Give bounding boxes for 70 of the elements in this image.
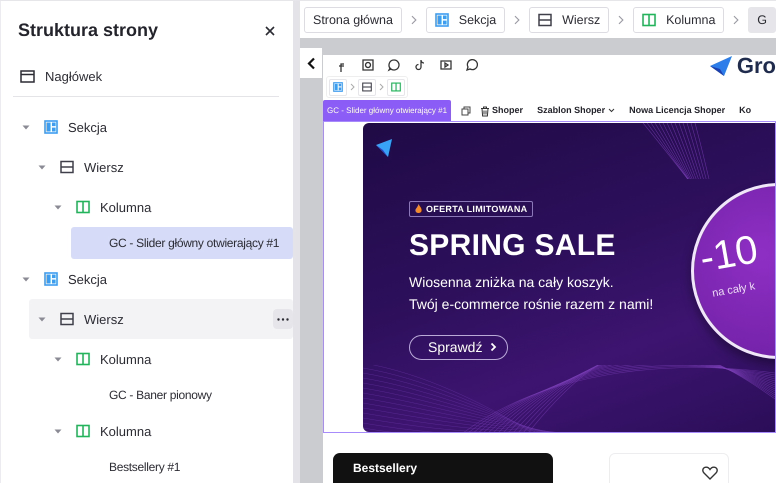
duplicate-icon[interactable] xyxy=(461,106,472,116)
section-icon xyxy=(44,272,58,286)
breadcrumb-item[interactable]: Wiersz xyxy=(529,6,610,32)
chevron-left-icon[interactable] xyxy=(306,56,316,70)
logo-icon xyxy=(708,56,734,76)
trash-icon[interactable] xyxy=(480,106,490,116)
chevron-icon xyxy=(379,83,384,91)
tree-item[interactable]: Wiersz xyxy=(29,299,293,339)
check-button[interactable]: Sprawdź xyxy=(409,335,508,360)
section-icon xyxy=(434,12,449,26)
scrollbar[interactable] xyxy=(293,1,300,483)
more-button[interactable] xyxy=(273,309,293,329)
nav-link[interactable]: Ko xyxy=(739,105,752,115)
heart-icon[interactable] xyxy=(702,466,718,480)
nav-link[interactable]: Nowa Licencja Shoper xyxy=(629,105,726,115)
tiktok-icon[interactable] xyxy=(413,58,427,72)
discount-text: -10 xyxy=(696,227,762,282)
youtube-icon[interactable] xyxy=(439,58,453,72)
breadcrumb-item[interactable]: Kolumna xyxy=(633,6,724,32)
chevron-icon xyxy=(350,83,355,91)
chevron-right-icon[interactable] xyxy=(490,342,498,352)
close-button[interactable] xyxy=(263,24,277,38)
tree-item[interactable]: Wiersz xyxy=(29,147,293,187)
selected-element-outline[interactable]: OFERTA LIMITOWANA SPRING SALE Wiosenna zniżka na cały koszyk. Twój e-commerce rośnie razem z nami! Sprawdź -10 na cały k xyxy=(323,121,776,433)
offer-badge: OFERTA LIMITOWANA xyxy=(409,201,534,217)
chevron-down-icon xyxy=(608,108,616,112)
banner-text: Twój e-commerce rośnie razem z nami! xyxy=(409,295,654,314)
breadcrumb-item[interactable]: G xyxy=(748,6,776,32)
tree-item[interactable]: Bestsellery #1 xyxy=(71,451,293,483)
column-icon xyxy=(642,12,656,26)
row-icon xyxy=(362,82,372,92)
fire-icon xyxy=(415,204,422,214)
section-icon xyxy=(44,120,58,134)
nav-link[interactable]: Shoper xyxy=(492,105,524,115)
column-icon xyxy=(391,82,401,92)
section-icon xyxy=(333,82,343,92)
tree-item[interactable]: GC - Slider główny otwierający #1 xyxy=(71,227,293,259)
row-icon xyxy=(60,312,74,326)
column-icon xyxy=(76,200,90,214)
tree-item[interactable]: Kolumna xyxy=(45,411,293,451)
banner-text: Wiosenna zniżka na cały koszyk. xyxy=(409,273,615,292)
bestsellers-title: Bestsellery xyxy=(353,461,418,475)
banner-title: SPRING SALE xyxy=(409,229,616,263)
path-item[interactable] xyxy=(358,78,376,96)
chevron-icon xyxy=(514,14,520,24)
collapse-button[interactable] xyxy=(300,48,322,78)
header-item[interactable]: Nagłówek xyxy=(45,68,102,84)
chevron-icon xyxy=(733,14,740,24)
tree-item[interactable]: Sekcja xyxy=(13,259,293,299)
more-icon[interactable] xyxy=(277,318,289,320)
column-icon xyxy=(76,424,90,438)
panel-title: Struktura strony xyxy=(18,20,158,42)
logo-text: Gro xyxy=(736,55,776,79)
breadcrumb-item[interactable]: Sekcja xyxy=(426,6,506,32)
tree-item[interactable]: Sekcja xyxy=(13,107,293,147)
row-icon xyxy=(60,160,74,174)
logo-icon xyxy=(375,139,393,157)
tree-item[interactable]: Kolumna xyxy=(45,339,293,379)
chevron-icon xyxy=(410,14,417,24)
tree-item[interactable]: Kolumna xyxy=(45,187,293,227)
nav-link[interactable]: Szablon Shoper xyxy=(537,105,616,115)
discount-note: na cały k xyxy=(711,280,756,300)
header-icon xyxy=(20,70,35,83)
selected-element-label[interactable]: GC - Slider główny otwierający #1 xyxy=(323,100,452,121)
tree-item[interactable]: GC - Baner pionowy xyxy=(71,379,293,411)
instagram-icon[interactable] xyxy=(361,58,375,72)
row-icon xyxy=(538,12,552,26)
chevron-icon xyxy=(618,14,624,24)
column-icon xyxy=(76,352,90,366)
breadcrumb-item[interactable]: Strona główna xyxy=(304,6,402,32)
